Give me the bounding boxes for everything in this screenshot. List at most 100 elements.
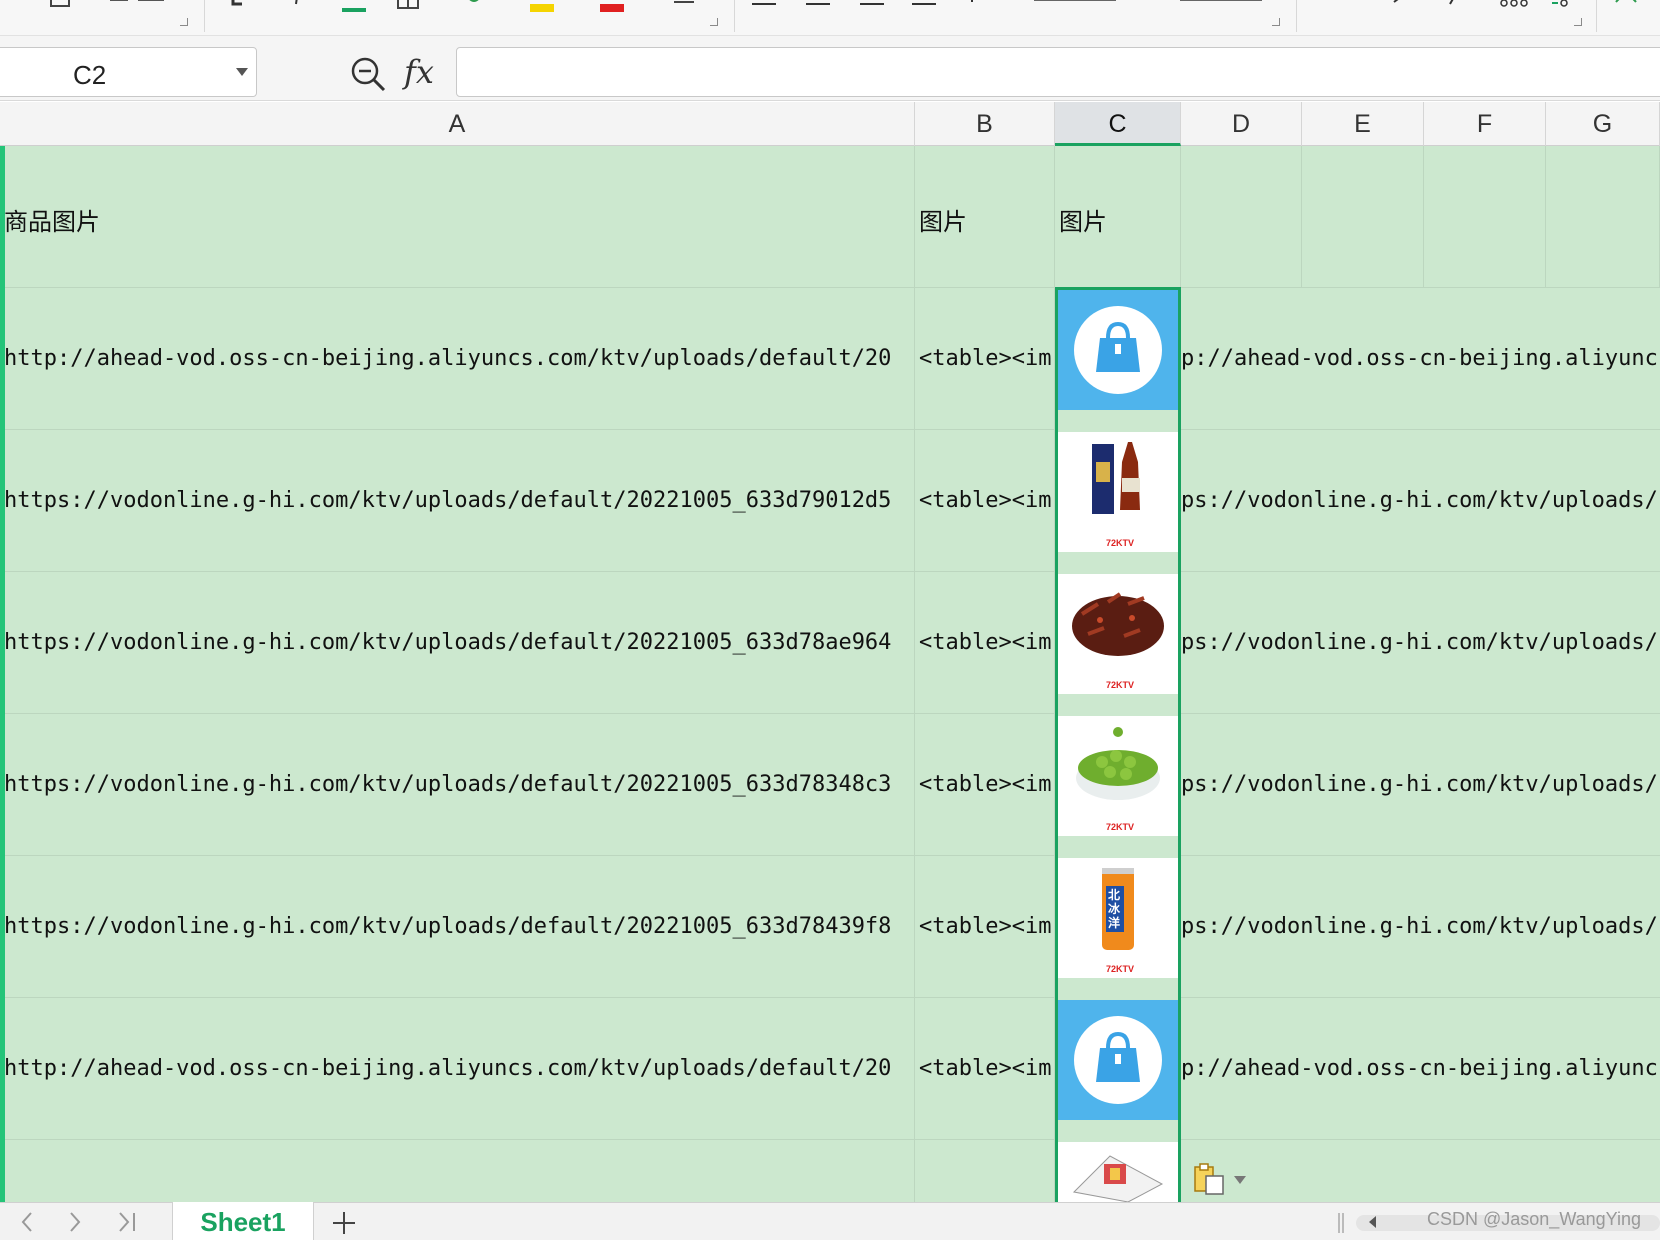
dialog-launcher-icon[interactable] [180, 18, 188, 26]
cell-text: https://vodonline.g-hi.com/ktv/uploads/d… [4, 630, 892, 655]
table-cell[interactable]: ps://vodonline.g-hi.com/ktv/uploads/ [1181, 856, 1660, 998]
column-header-f[interactable]: F [1424, 102, 1546, 146]
column-header-e[interactable]: E [1302, 102, 1424, 146]
tab-sheet1[interactable]: Sheet1 [172, 1202, 314, 1240]
column-header-g[interactable]: G [1546, 102, 1660, 146]
table-row[interactable]: https://vodonline.g-hi.com/ktv/uploads/d… [0, 572, 915, 714]
table-cell[interactable]: p://ahead-vod.oss-cn-beijing.aliyunc [1181, 288, 1660, 430]
table-row[interactable]: https://vodonline.g-hi.com/ktv/uploads/d… [0, 714, 915, 856]
cell-f1[interactable] [1424, 146, 1546, 288]
cell-text: p://ahead-vod.oss-cn-beijing.aliyunc [1181, 1056, 1658, 1081]
cell-text: 图片 [1059, 208, 1107, 236]
paste-options-icon[interactable] [1192, 1162, 1226, 1196]
table-cell[interactable]: ps://vodonline.g-hi.com/ktv/uploads/ [1181, 572, 1660, 714]
tab-split-handle[interactable] [1338, 1213, 1344, 1233]
font-group-icon[interactable] [108, 0, 168, 12]
product-image-spicy-meat[interactable]: 72KTV [1058, 574, 1178, 694]
table-row[interactable]: http://ahead-vod.oss-cn-beijing.aliyuncs… [0, 998, 915, 1140]
dialog-launcher-icon[interactable] [710, 18, 718, 26]
format-painter-icon[interactable] [48, 0, 72, 12]
table-cell[interactable]: <table><im [915, 714, 1055, 856]
align-bottom-icon[interactable] [860, 0, 884, 12]
cell-text: https://vodonline.g-hi.com/ktv/uploads/d… [4, 914, 892, 939]
insert-function-icon[interactable]: fx [404, 53, 434, 91]
table-row[interactable] [0, 1140, 915, 1202]
chevron-down-icon[interactable] [236, 68, 248, 76]
font-color-icon[interactable] [600, 0, 624, 12]
column-header-c[interactable]: C [1055, 102, 1181, 146]
bold-icon[interactable] [228, 0, 252, 12]
cell-grid[interactable]: 商品图片 图片 图片 http://ahead-vod.oss-cn-beiji… [0, 146, 1660, 1202]
table-cell[interactable]: <table><im [915, 856, 1055, 998]
conditional-format-icon[interactable] [1614, 0, 1638, 12]
fill-color-icon[interactable] [462, 0, 486, 12]
clear-format-icon[interactable] [672, 0, 696, 12]
product-image-playing-cards[interactable] [1058, 1142, 1178, 1202]
chevron-down-icon[interactable] [1234, 1176, 1246, 1184]
comma-style-icon[interactable] [1442, 0, 1466, 12]
cell-text: 图片 [919, 208, 967, 236]
percent-icon[interactable] [1390, 0, 1414, 12]
chevron-left-icon[interactable] [14, 1209, 40, 1235]
table-cell[interactable]: <table><im [915, 288, 1055, 430]
table-cell[interactable]: p://ahead-vod.oss-cn-beijing.aliyunc [1181, 998, 1660, 1140]
cell-d1[interactable] [1181, 146, 1302, 288]
cell-e1[interactable] [1302, 146, 1424, 288]
formula-bar: C2 fx [0, 36, 1660, 101]
product-image-cognac[interactable]: 72KTV [1058, 432, 1178, 552]
table-row[interactable]: https://vodonline.g-hi.com/ktv/uploads/d… [0, 856, 915, 998]
decrease-decimal-icon[interactable] [1550, 0, 1574, 12]
number-format-icon[interactable] [1318, 0, 1342, 12]
scroll-left-icon[interactable] [1369, 1216, 1376, 1228]
underline-icon[interactable] [342, 0, 366, 12]
cell-a1[interactable]: 商品图片 [0, 146, 915, 288]
toolbar-separator [204, 0, 205, 32]
product-image-orange-soda[interactable]: 北冰洋 72KTV [1058, 858, 1178, 978]
table-row[interactable]: http://ahead-vod.oss-cn-beijing.aliyuncs… [0, 288, 915, 430]
table-cell[interactable]: ps://vodonline.g-hi.com/ktv/uploads/ [1181, 714, 1660, 856]
toolbar-separator [1596, 0, 1597, 32]
dialog-launcher-icon[interactable] [1574, 18, 1582, 26]
sheet-tab-bar: Sheet1 CSDN @Jason_WangYing [0, 1202, 1660, 1240]
chevron-right-icon[interactable] [62, 1209, 88, 1235]
soda-can-label: 北冰洋 [1108, 888, 1121, 930]
cell-g1[interactable] [1546, 146, 1660, 288]
table-row[interactable]: https://vodonline.g-hi.com/ktv/uploads/d… [0, 430, 915, 572]
column-header-b[interactable]: B [915, 102, 1055, 146]
cell-text: <table><im [919, 630, 1052, 655]
formula-input[interactable] [456, 47, 1660, 97]
merge-cells-icon[interactable] [1030, 0, 1120, 12]
column-header-a[interactable]: A [0, 102, 915, 146]
cell-text: ps://vodonline.g-hi.com/ktv/uploads/ [1181, 772, 1658, 797]
cell-b1[interactable]: 图片 [915, 146, 1055, 288]
italic-icon[interactable] [288, 0, 312, 12]
product-image-shopping-bag[interactable] [1058, 1000, 1178, 1120]
increase-decimal-icon[interactable] [1494, 0, 1534, 12]
cell-text: https://vodonline.g-hi.com/ktv/uploads/d… [4, 488, 892, 513]
last-sheet-icon[interactable] [114, 1209, 140, 1235]
align-center-icon[interactable] [960, 0, 984, 12]
column-header-row: A B C D E F G [0, 102, 1660, 146]
align-top-icon[interactable] [752, 0, 776, 12]
cell-c1[interactable]: 图片 [1055, 146, 1181, 288]
product-image-shopping-bag[interactable] [1058, 290, 1178, 410]
column-header-d[interactable]: D [1181, 102, 1302, 146]
table-cell[interactable]: <table><im [915, 572, 1055, 714]
name-box[interactable]: C2 [0, 47, 257, 97]
align-left-icon[interactable] [912, 0, 936, 12]
table-cell[interactable] [915, 1140, 1055, 1202]
border-icon[interactable] [396, 0, 420, 12]
table-cell[interactable]: <table><im [915, 430, 1055, 572]
table-cell[interactable]: ps://vodonline.g-hi.com/ktv/uploads/ [1181, 430, 1660, 572]
align-middle-icon[interactable] [806, 0, 830, 12]
cell-reference: C2 [73, 60, 107, 90]
wrap-text-icon[interactable] [1176, 0, 1266, 12]
table-cell[interactable]: <table><im [915, 998, 1055, 1140]
dialog-launcher-icon[interactable] [1272, 18, 1280, 26]
cell-text: ps://vodonline.g-hi.com/ktv/uploads/ [1181, 488, 1658, 513]
product-image-green-peas[interactable]: 72KTV [1058, 716, 1178, 836]
table-cell[interactable] [1181, 1140, 1660, 1202]
highlight-color-icon[interactable] [530, 0, 554, 12]
zoom-out-icon[interactable] [350, 56, 386, 92]
add-sheet-button[interactable] [330, 1209, 358, 1237]
